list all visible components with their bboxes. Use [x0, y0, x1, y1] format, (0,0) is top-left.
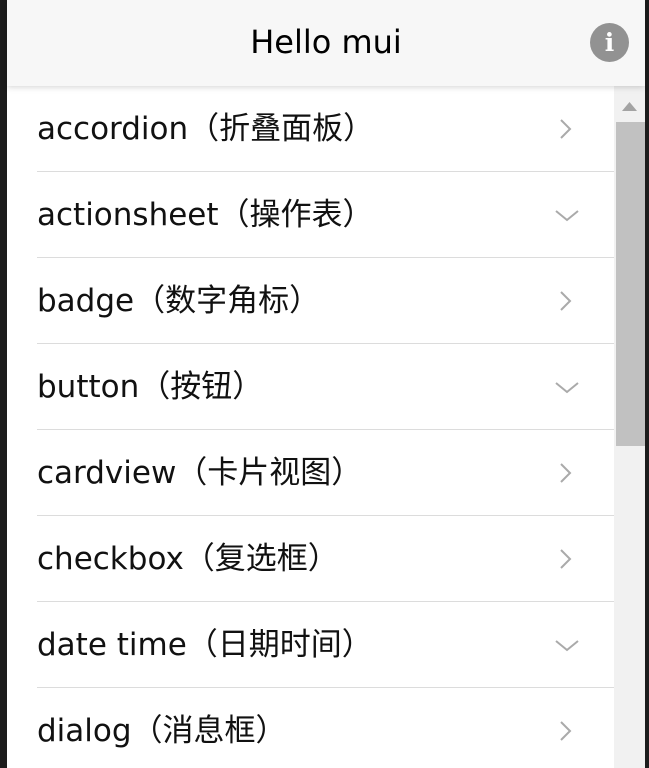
list-item-label: dialog（消息框） [37, 713, 287, 749]
list-item-label: badge（数字角标） [37, 283, 321, 319]
vertical-scrollbar[interactable] [614, 86, 645, 768]
scroll-up-arrow-icon[interactable] [614, 86, 645, 122]
list-item-badge[interactable]: badge（数字角标） [7, 258, 614, 344]
list-item-cardview[interactable]: cardview（卡片视图） [7, 430, 614, 516]
list-item-label: date time（日期时间） [37, 627, 373, 663]
chevron-right-icon [555, 721, 575, 741]
list-item-button[interactable]: button（按钮） [7, 344, 614, 430]
list-item-datetime[interactable]: date time（日期时间） [7, 602, 614, 688]
chevron-down-icon [555, 635, 579, 655]
list-item-label: button（按钮） [37, 369, 264, 405]
chevron-right-icon [555, 549, 575, 569]
list-item-dialog[interactable]: dialog（消息框） [7, 688, 614, 768]
page-title: Hello mui [250, 23, 402, 61]
nav-bar: Hello mui i [7, 0, 645, 86]
chevron-down-icon [555, 205, 579, 225]
list-item-label: cardview（卡片视图） [37, 455, 363, 491]
chevron-down-icon [555, 377, 579, 397]
chevron-right-icon [555, 119, 575, 139]
list-item-label: checkbox（复选框） [37, 541, 339, 577]
chevron-right-icon [555, 463, 575, 483]
app-frame: Hello mui i accordion（折叠面板） actionsheet（… [0, 0, 649, 768]
window-edge-left [0, 0, 7, 768]
list-item-actionsheet[interactable]: actionsheet（操作表） [7, 172, 614, 258]
info-icon[interactable]: i [590, 23, 629, 62]
menu-list: accordion（折叠面板） actionsheet（操作表） badge（数… [7, 86, 614, 768]
list-item-accordion[interactable]: accordion（折叠面板） [7, 86, 614, 172]
chevron-right-icon [555, 291, 575, 311]
window-edge-right [645, 0, 649, 768]
list-item-checkbox[interactable]: checkbox（复选框） [7, 516, 614, 602]
list-item-label: actionsheet（操作表） [37, 197, 374, 233]
scrollbar-thumb[interactable] [616, 122, 645, 446]
list-item-label: accordion（折叠面板） [37, 111, 375, 147]
